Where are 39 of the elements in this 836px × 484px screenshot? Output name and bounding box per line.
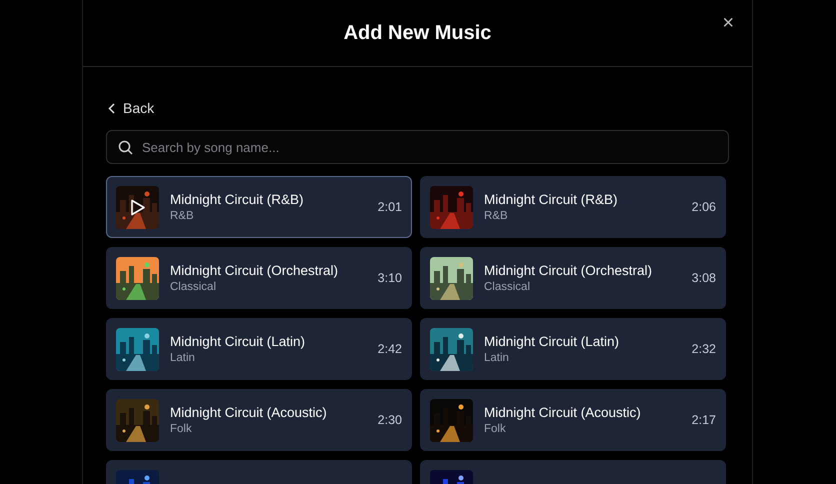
song-card[interactable]: Midnight Circuit (Acoustic) Folk 2:30: [106, 389, 412, 451]
song-title: Midnight Circuit (Acoustic): [484, 405, 642, 420]
song-genre: Folk: [484, 423, 507, 435]
song-duration: 2:30: [378, 413, 402, 427]
song-card[interactable]: Midnight Circuit (Latin) Latin 2:32: [420, 318, 726, 380]
search-icon: [118, 140, 133, 155]
song-card[interactable]: Midnight Circuit (R&B) R&B 2:01: [106, 176, 412, 238]
song-genre: Classical: [484, 281, 532, 293]
song-genre: Folk: [170, 423, 193, 435]
song-genre: R&B: [170, 210, 195, 222]
song-card[interactable]: Midnight Circuit (Orchestral) Classical 3:10: [106, 247, 412, 309]
song-duration: 3:10: [378, 271, 402, 285]
chevron-left-icon: [108, 102, 115, 114]
song-duration: 2:17: [692, 413, 716, 427]
song-title: Midnight Circuit (R&B): [170, 192, 305, 207]
song-duration: 3:08: [692, 271, 716, 285]
song-duration: 2:42: [378, 342, 402, 356]
back-button[interactable]: Back: [106, 99, 154, 117]
song-title: Midnight Circuit (Latin): [170, 334, 306, 349]
close-button[interactable]: ×: [720, 13, 736, 33]
song-card[interactable]: Midnight Circuit (Acoustic) Folk 2:17: [420, 389, 726, 451]
search-field[interactable]: Search by song name...: [106, 130, 729, 164]
song-genre: Classical: [170, 281, 218, 293]
dialog-title: Add New Music: [344, 22, 492, 44]
song-duration: 2:32: [692, 342, 716, 356]
song-card[interactable]: Midnight Circuit (Latin) Latin 2:42: [106, 318, 412, 380]
song-genre: Latin: [170, 352, 196, 364]
song-title: Midnight Circuit (Orchestral): [170, 263, 340, 278]
song-card[interactable]: Midnight Circuit (R&B) R&B 2:06: [420, 176, 726, 238]
song-card[interactable]: Midnight Circuit (Orchestral) Classical 3:08: [420, 247, 726, 309]
song-title: Midnight Circuit (R&B): [484, 192, 619, 207]
song-duration: 2:06: [692, 200, 716, 214]
song-title: Midnight Circuit (Acoustic): [170, 405, 328, 420]
song-title: Midnight Circuit (Orchestral): [484, 263, 654, 278]
song-genre: Latin: [484, 352, 510, 364]
song-duration: 2:01: [378, 200, 402, 214]
song-genre: R&B: [484, 210, 509, 222]
play-icon: [129, 198, 146, 216]
song-title: Midnight Circuit (Latin): [484, 334, 620, 349]
